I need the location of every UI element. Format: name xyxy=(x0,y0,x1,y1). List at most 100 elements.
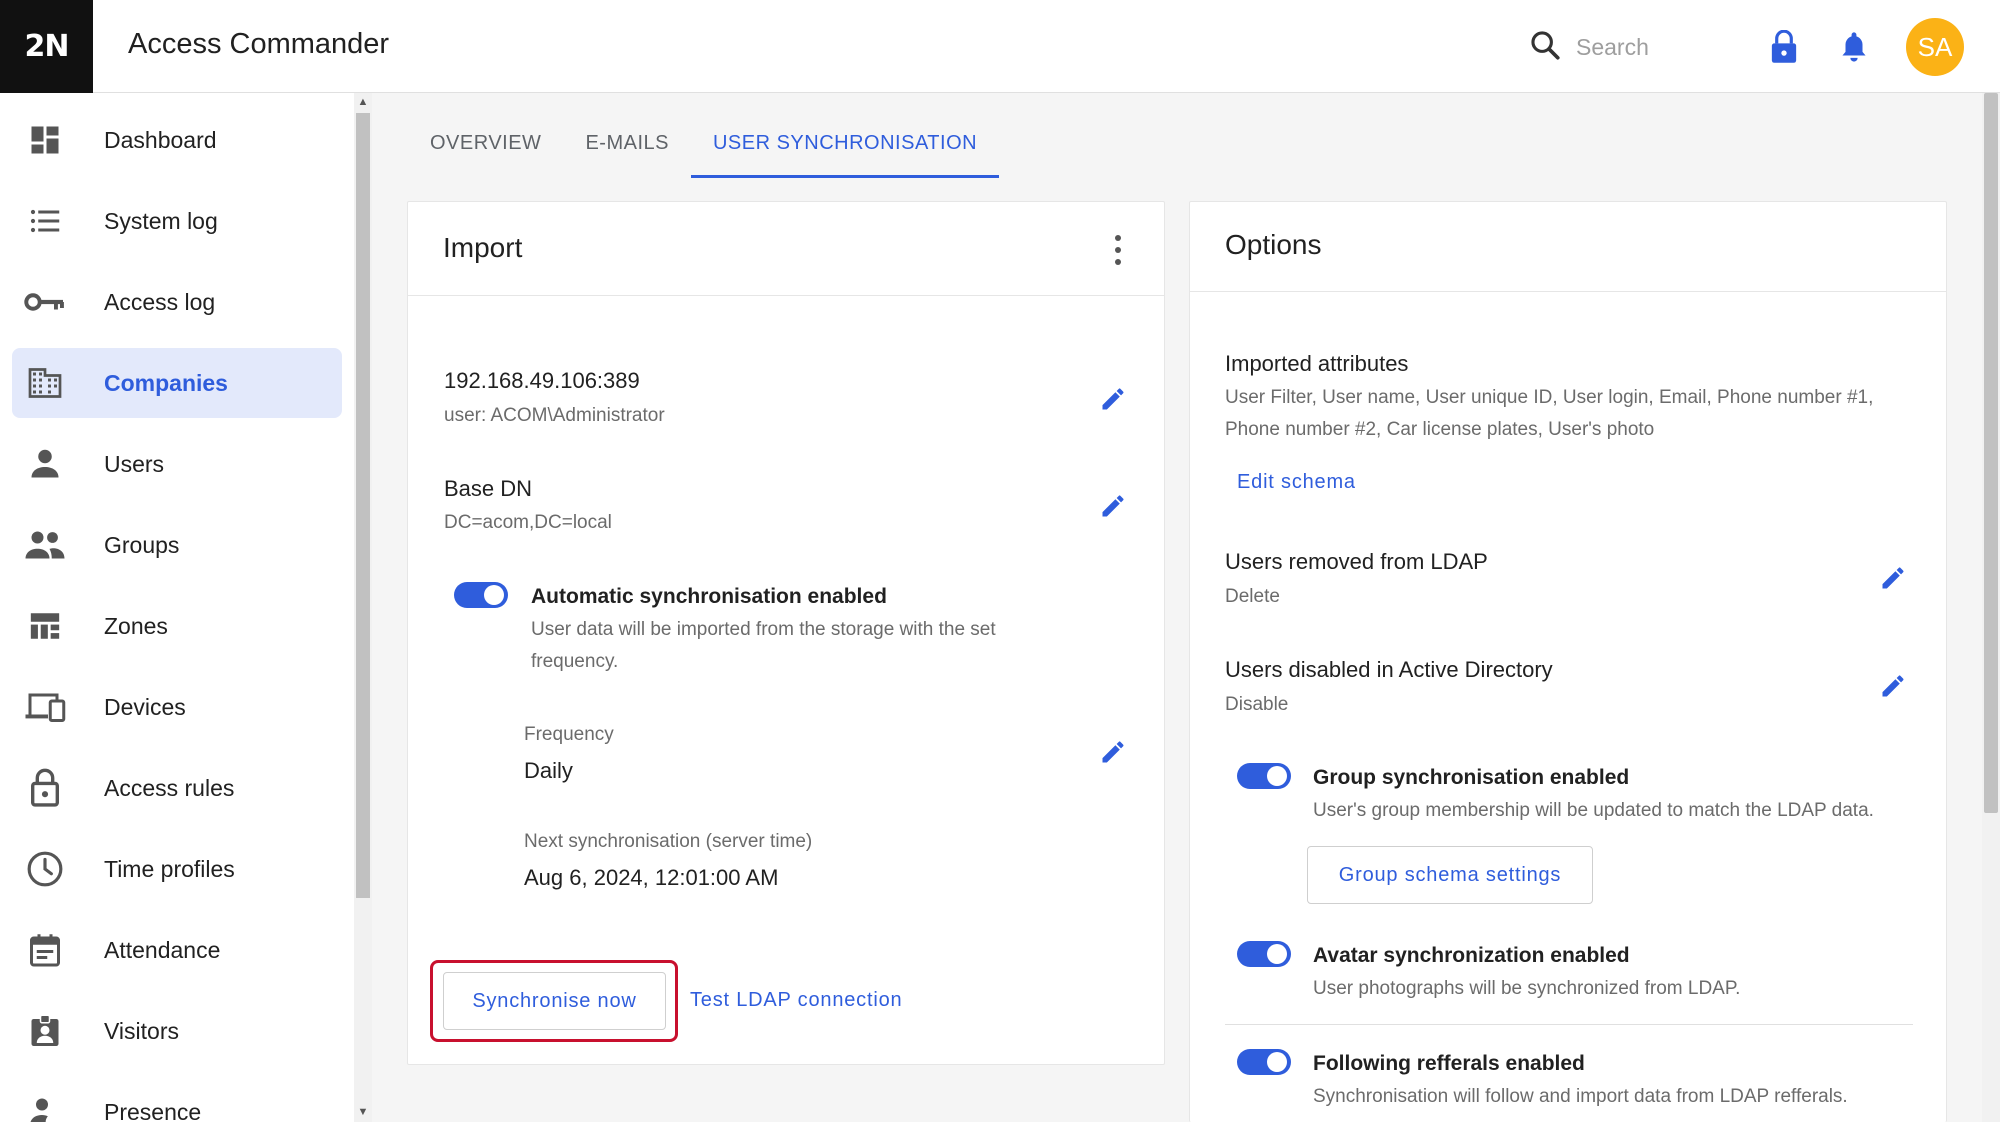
sidebar-item-time-profiles[interactable]: Time profiles xyxy=(12,834,342,904)
ldap-server-address: 192.168.49.106:389 xyxy=(444,368,640,393)
sidebar-item-groups[interactable]: Groups xyxy=(12,510,342,580)
calendar-icon xyxy=(24,929,66,971)
search-box[interactable] xyxy=(1528,28,1728,66)
auto-sync-desc-line2: frequency. xyxy=(531,651,619,672)
search-icon[interactable] xyxy=(1528,28,1562,67)
tab-e-mails[interactable]: E-MAILS xyxy=(563,118,691,178)
page-scrollbar[interactable] xyxy=(1982,93,2000,1122)
sidebar-item-label: Access log xyxy=(104,288,216,315)
sidebar-item-system-log[interactable]: System log xyxy=(12,186,342,256)
sidebar-scrollbar[interactable]: ▲ ▼ xyxy=(354,93,372,1122)
next-sync-label: Next synchronisation (server time) xyxy=(524,831,813,852)
auto-sync-title: Automatic synchronisation enabled xyxy=(531,585,887,608)
sidebar-item-zones[interactable]: Zones xyxy=(12,591,342,661)
test-ldap-connection-button[interactable]: Test LDAP connection xyxy=(690,989,902,1012)
group-schema-settings-button[interactable]: Group schema settings xyxy=(1307,846,1593,904)
pencil-icon xyxy=(1102,495,1124,517)
sidebar-item-label: Dashboard xyxy=(104,126,217,153)
edit-users-disabled-button[interactable] xyxy=(1876,669,1910,703)
avatar-sync-toggle[interactable] xyxy=(1237,941,1291,967)
sidebar-item-label: Users xyxy=(104,450,165,477)
sidebar-item-visitors[interactable]: Visitors xyxy=(12,996,342,1066)
pencil-icon xyxy=(1102,741,1124,763)
page-scrollbar-thumb[interactable] xyxy=(1984,93,1998,813)
sidebar-item-label: Presence xyxy=(104,1098,202,1122)
auto-sync-desc-line1: User data will be imported from the stor… xyxy=(531,619,996,640)
avatar-sync-title: Avatar synchronization enabled xyxy=(1313,944,1630,967)
lock-icon xyxy=(24,767,66,809)
sidebar-item-label: Time profiles xyxy=(104,855,235,882)
sidebar-item-devices[interactable]: Devices xyxy=(12,672,342,742)
edit-users-removed-button[interactable] xyxy=(1876,561,1910,595)
sidebar-item-users[interactable]: Users xyxy=(12,429,342,499)
lock-icon[interactable] xyxy=(1765,28,1803,66)
users-removed-value: Delete xyxy=(1225,586,1280,607)
sidebar-item-label: Zones xyxy=(104,612,168,639)
edit-frequency-button[interactable] xyxy=(1096,735,1130,769)
imported-attributes-title: Imported attributes xyxy=(1225,351,1409,376)
imported-attributes-line2: Phone number #2, Car license plates, Use… xyxy=(1225,419,1655,440)
frequency-label: Frequency xyxy=(524,724,614,745)
tab-overview[interactable]: OVERVIEW xyxy=(408,118,563,178)
pencil-icon xyxy=(1102,388,1124,410)
sidebar-item-presence[interactable]: Presence xyxy=(12,1077,342,1122)
referrals-toggle[interactable] xyxy=(1237,1049,1291,1075)
sidebar-item-label: Access rules xyxy=(104,774,235,801)
import-card: Import 192.168.49.106:389 user: ACOM\Adm… xyxy=(407,201,1165,1065)
devices-icon xyxy=(24,686,66,728)
app-title: Access Commander xyxy=(128,28,390,60)
frequency-value: Daily xyxy=(524,758,573,783)
clock-icon xyxy=(24,848,66,890)
zones-icon xyxy=(24,605,66,647)
more-vert-icon[interactable] xyxy=(1112,232,1124,266)
users-disabled-value: Disable xyxy=(1225,694,1289,715)
tab-bar: OVERVIEW E-MAILS USER SYNCHRONISATION xyxy=(408,118,1000,178)
auto-sync-toggle[interactable] xyxy=(454,582,508,608)
users-removed-title: Users removed from LDAP xyxy=(1225,549,1488,574)
sidebar-item-attendance[interactable]: Attendance xyxy=(12,915,342,985)
users-disabled-title: Users disabled in Active Directory xyxy=(1225,657,1553,682)
scroll-up-icon[interactable]: ▲ xyxy=(356,95,370,109)
sidebar-item-label: Companies xyxy=(104,369,228,396)
people-icon xyxy=(24,524,66,566)
referrals-title: Following refferals enabled xyxy=(1313,1052,1585,1075)
group-sync-title: Group synchronisation enabled xyxy=(1313,766,1630,789)
pencil-icon xyxy=(1882,567,1904,589)
options-card-title: Options xyxy=(1225,229,1322,260)
sidebar-item-companies[interactable]: Companies xyxy=(12,348,342,418)
sidebar-item-access-rules[interactable]: Access rules xyxy=(12,753,342,823)
sidebar-item-label: System log xyxy=(104,207,218,234)
sidebar-item-label: Devices xyxy=(104,693,186,720)
sidebar-item-label: Visitors xyxy=(104,1017,179,1044)
imported-attributes-line1: User Filter, User name, User unique ID, … xyxy=(1225,387,1874,408)
avatar-sync-desc: User photographs will be synchronized fr… xyxy=(1313,978,1741,999)
tab-user-synchronisation[interactable]: USER SYNCHRONISATION xyxy=(690,118,1000,178)
sidebar-item-dashboard[interactable]: Dashboard xyxy=(12,105,342,175)
sidebar-item-label: Attendance xyxy=(104,936,221,963)
base-dn-title: Base DN xyxy=(444,476,533,501)
sidebar: Dashboard System log Access log Companie… xyxy=(0,93,354,1122)
sidebar-item-label: Groups xyxy=(104,531,180,558)
import-card-title: Import xyxy=(443,232,523,263)
top-bar: 2N Access Commander SA xyxy=(0,0,2000,93)
dashboard-icon xyxy=(24,119,66,161)
scroll-down-icon[interactable]: ▼ xyxy=(356,1105,370,1119)
options-card-header: Options xyxy=(1190,202,1946,292)
presence-icon xyxy=(24,1091,66,1122)
edit-server-button[interactable] xyxy=(1096,382,1130,416)
import-card-header: Import xyxy=(408,202,1164,296)
bell-icon[interactable] xyxy=(1835,28,1873,66)
group-sync-toggle[interactable] xyxy=(1237,763,1291,789)
options-card: Options Imported attributes User Filter,… xyxy=(1189,201,1947,1122)
synchronise-now-button[interactable]: Synchronise now xyxy=(443,972,666,1030)
edit-base-dn-button[interactable] xyxy=(1096,489,1130,523)
person-icon xyxy=(24,443,66,485)
search-input[interactable] xyxy=(1576,33,1716,61)
sidebar-item-access-log[interactable]: Access log xyxy=(12,267,342,337)
sidebar-scrollbar-thumb[interactable] xyxy=(356,113,370,898)
next-sync-value: Aug 6, 2024, 12:01:00 AM xyxy=(524,865,779,890)
avatar[interactable]: SA xyxy=(1906,18,1964,76)
building-icon xyxy=(24,362,66,404)
edit-schema-link[interactable]: Edit schema xyxy=(1237,471,1356,494)
brand-logo[interactable]: 2N xyxy=(0,0,93,93)
